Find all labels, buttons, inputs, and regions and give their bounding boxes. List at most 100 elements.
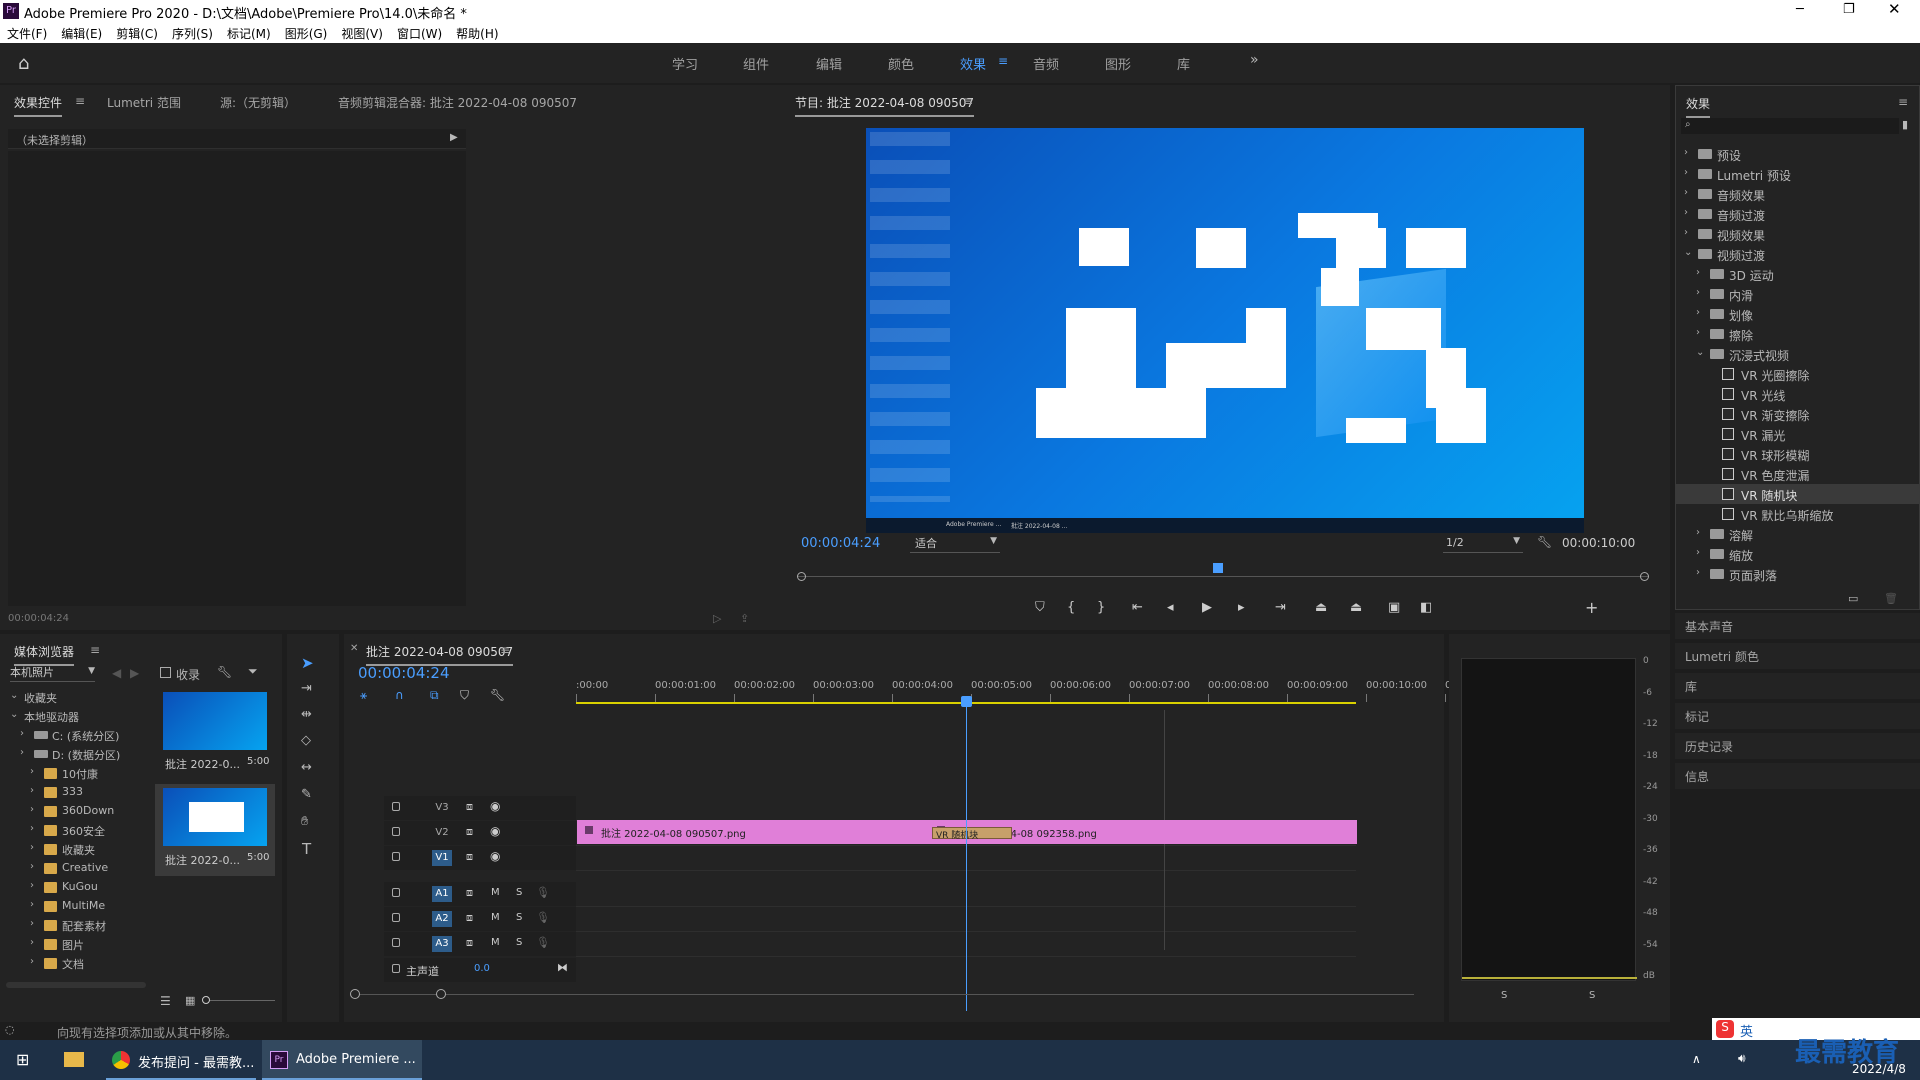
forward-icon[interactable]: ▶ bbox=[130, 666, 139, 680]
ingest-checkbox[interactable] bbox=[160, 667, 171, 678]
chevron-right-icon[interactable]: › bbox=[1696, 567, 1700, 578]
chevron-right-icon[interactable]: › bbox=[30, 861, 34, 872]
chevron-right-icon[interactable]: › bbox=[30, 956, 34, 967]
side-panel-header[interactable]: 库 bbox=[1675, 673, 1920, 699]
track-target[interactable]: A3 bbox=[432, 936, 452, 952]
sequence-menu-icon[interactable]: ≡ bbox=[500, 643, 510, 657]
effect-item[interactable]: VR 球形模糊 bbox=[1676, 444, 1919, 464]
eye-icon[interactable]: ◉ bbox=[490, 849, 500, 863]
clip-1[interactable]: 批注 2022-04-08 090507.png 批注 2022-04-08 0… bbox=[577, 820, 1357, 844]
tree-item[interactable]: › 收藏夹 bbox=[6, 840, 146, 859]
menu-item[interactable]: 文件(F) bbox=[0, 22, 54, 45]
add-marker-icon[interactable]: ⛉ bbox=[460, 688, 469, 703]
microphone-icon[interactable]: 🎙︎ bbox=[536, 886, 550, 899]
effect-item[interactable]: › 音频过渡 bbox=[1676, 204, 1919, 224]
lock-icon[interactable] bbox=[392, 888, 400, 897]
fit-dropdown[interactable]: 适合 ▼ bbox=[910, 535, 1000, 553]
chevron-right-icon[interactable]: › bbox=[1696, 547, 1700, 558]
close-sequence-icon[interactable]: ✕ bbox=[350, 643, 358, 654]
chevron-right-icon[interactable]: › bbox=[20, 728, 24, 739]
side-panel-header[interactable]: 信息 bbox=[1675, 763, 1920, 789]
workspace-tab[interactable]: 编辑 bbox=[816, 54, 842, 73]
effect-item[interactable]: VR 色度泄漏 bbox=[1676, 464, 1919, 484]
timeline-timecode[interactable]: 00:00:04:24 bbox=[358, 664, 450, 682]
playhead-line[interactable] bbox=[961, 696, 972, 1011]
tree-item[interactable]: › 360安全 bbox=[6, 821, 146, 840]
solo-button[interactable]: S bbox=[516, 937, 522, 948]
chevron-down-icon[interactable]: ⌄ bbox=[1684, 247, 1692, 258]
menu-item[interactable]: 视图(V) bbox=[334, 22, 390, 45]
extract-icon[interactable]: ⏏︎ bbox=[1350, 600, 1362, 615]
workspace-tab[interactable]: 音频 bbox=[1033, 54, 1059, 73]
side-panel-header[interactable]: 历史记录 bbox=[1675, 733, 1920, 759]
side-panel-header[interactable]: 标记 bbox=[1675, 703, 1920, 729]
workspace-tab[interactable]: 颜色 bbox=[888, 54, 914, 73]
media-thumbnail[interactable]: 批注 2022-0... 5:00 bbox=[155, 688, 275, 780]
start-windows-icon[interactable]: ⊞ bbox=[16, 1050, 29, 1069]
effect-item[interactable]: › 擦除 bbox=[1676, 324, 1919, 344]
play-icon[interactable]: ▶ bbox=[1202, 600, 1212, 615]
minimize-icon[interactable]: ─ bbox=[1796, 2, 1804, 17]
selection-tool-icon[interactable]: ➤ bbox=[301, 654, 314, 672]
track-target[interactable]: V1 bbox=[432, 850, 452, 866]
menu-item[interactable]: 剪辑(C) bbox=[109, 22, 165, 45]
zoom-slider[interactable] bbox=[202, 996, 275, 1004]
expand-arrow-icon[interactable]: ▶ bbox=[450, 132, 458, 143]
solo-button[interactable]: S bbox=[516, 887, 522, 898]
home-icon[interactable]: ⌂ bbox=[18, 53, 29, 74]
taskbar-premiere[interactable]: Pr Adobe Premiere ... bbox=[262, 1040, 422, 1080]
effect-item[interactable]: › 划像 bbox=[1676, 304, 1919, 324]
mute-button[interactable]: M bbox=[491, 887, 500, 898]
chevron-right-icon[interactable]: › bbox=[20, 747, 24, 758]
add-button-icon[interactable]: + bbox=[1585, 598, 1598, 617]
chevron-right-icon[interactable]: › bbox=[30, 804, 34, 815]
chevron-right-icon[interactable]: › bbox=[30, 880, 34, 891]
scrub-end-handle[interactable] bbox=[1640, 572, 1649, 581]
transition-block[interactable]: VR 随机块 bbox=[932, 827, 1012, 841]
location-dropdown[interactable]: 本机照片 ▼ bbox=[10, 664, 95, 682]
menu-item[interactable]: 窗口(W) bbox=[390, 22, 449, 45]
effect-item[interactable]: VR 默比乌斯缩放 bbox=[1676, 504, 1919, 524]
program-title[interactable]: 节目: 批注 2022-04-08 090507 bbox=[795, 94, 975, 117]
chevron-right-icon[interactable]: › bbox=[1684, 207, 1688, 218]
sync-lock-icon[interactable]: ⧈ bbox=[466, 936, 473, 950]
microphone-icon[interactable]: 🎙︎ bbox=[536, 911, 550, 924]
sync-lock-icon[interactable]: ⧈ bbox=[466, 911, 473, 925]
chevron-right-icon[interactable]: › bbox=[1696, 307, 1700, 318]
tab-audio-clip-mixer[interactable]: 音频剪辑混合器: 批注 2022-04-08 090507 bbox=[338, 94, 577, 111]
workspace-tab[interactable]: 效果 bbox=[960, 54, 986, 73]
timeline-settings-icon[interactable]: 🔧︎ bbox=[490, 688, 505, 702]
step-back-icon[interactable]: ◂ bbox=[1167, 600, 1174, 615]
lock-icon[interactable] bbox=[392, 827, 400, 836]
export-frame-camera-icon[interactable]: ▣ bbox=[1388, 600, 1400, 615]
chevron-right-icon[interactable]: › bbox=[1684, 167, 1688, 178]
tree-item[interactable]: › 333 bbox=[6, 783, 146, 802]
lift-icon[interactable]: ⏏︎ bbox=[1315, 600, 1327, 615]
chevron-right-icon[interactable]: › bbox=[1696, 267, 1700, 278]
workspace-menu-icon[interactable]: ≡ bbox=[998, 54, 1008, 68]
effect-item[interactable]: › 缩放 bbox=[1676, 544, 1919, 564]
chevron-right-icon[interactable]: ⌄ bbox=[10, 709, 18, 720]
scrub-start-handle[interactable] bbox=[797, 572, 806, 581]
delete-icon[interactable]: 🗑︎ bbox=[1884, 592, 1898, 605]
chevron-right-icon[interactable]: › bbox=[1684, 227, 1688, 238]
lock-icon[interactable] bbox=[392, 913, 400, 922]
hand-icon[interactable]: ✋︎ bbox=[301, 814, 308, 829]
tree-item[interactable]: › D: (数据分区) bbox=[6, 745, 146, 764]
menu-item[interactable]: 序列(S) bbox=[165, 22, 220, 45]
track-select-icon[interactable]: ⇥ bbox=[301, 681, 312, 696]
add-marker-icon[interactable]: ⛉ bbox=[1035, 600, 1045, 615]
tree-item[interactable]: › 文档 bbox=[6, 954, 146, 973]
tree-item[interactable]: › Creative bbox=[6, 859, 146, 878]
effect-item[interactable]: › 预设 bbox=[1676, 144, 1919, 164]
tab-effect-controls[interactable]: 效果控件 bbox=[14, 94, 63, 117]
effects-title[interactable]: 效果 bbox=[1686, 95, 1711, 118]
effect-item[interactable]: ⌄ 沉浸式视频 bbox=[1676, 344, 1919, 364]
effect-item[interactable]: › 音频效果 bbox=[1676, 184, 1919, 204]
media-browser-title[interactable]: 媒体浏览器 bbox=[14, 643, 75, 666]
effect-item[interactable]: › Lumetri 预设 bbox=[1676, 164, 1919, 184]
tree-item[interactable]: › 360Down bbox=[6, 802, 146, 821]
lock-icon[interactable] bbox=[392, 802, 400, 811]
workspace-tab[interactable]: 库 bbox=[1177, 54, 1190, 73]
tree-item[interactable]: ⌄ 本地驱动器 bbox=[6, 707, 146, 726]
